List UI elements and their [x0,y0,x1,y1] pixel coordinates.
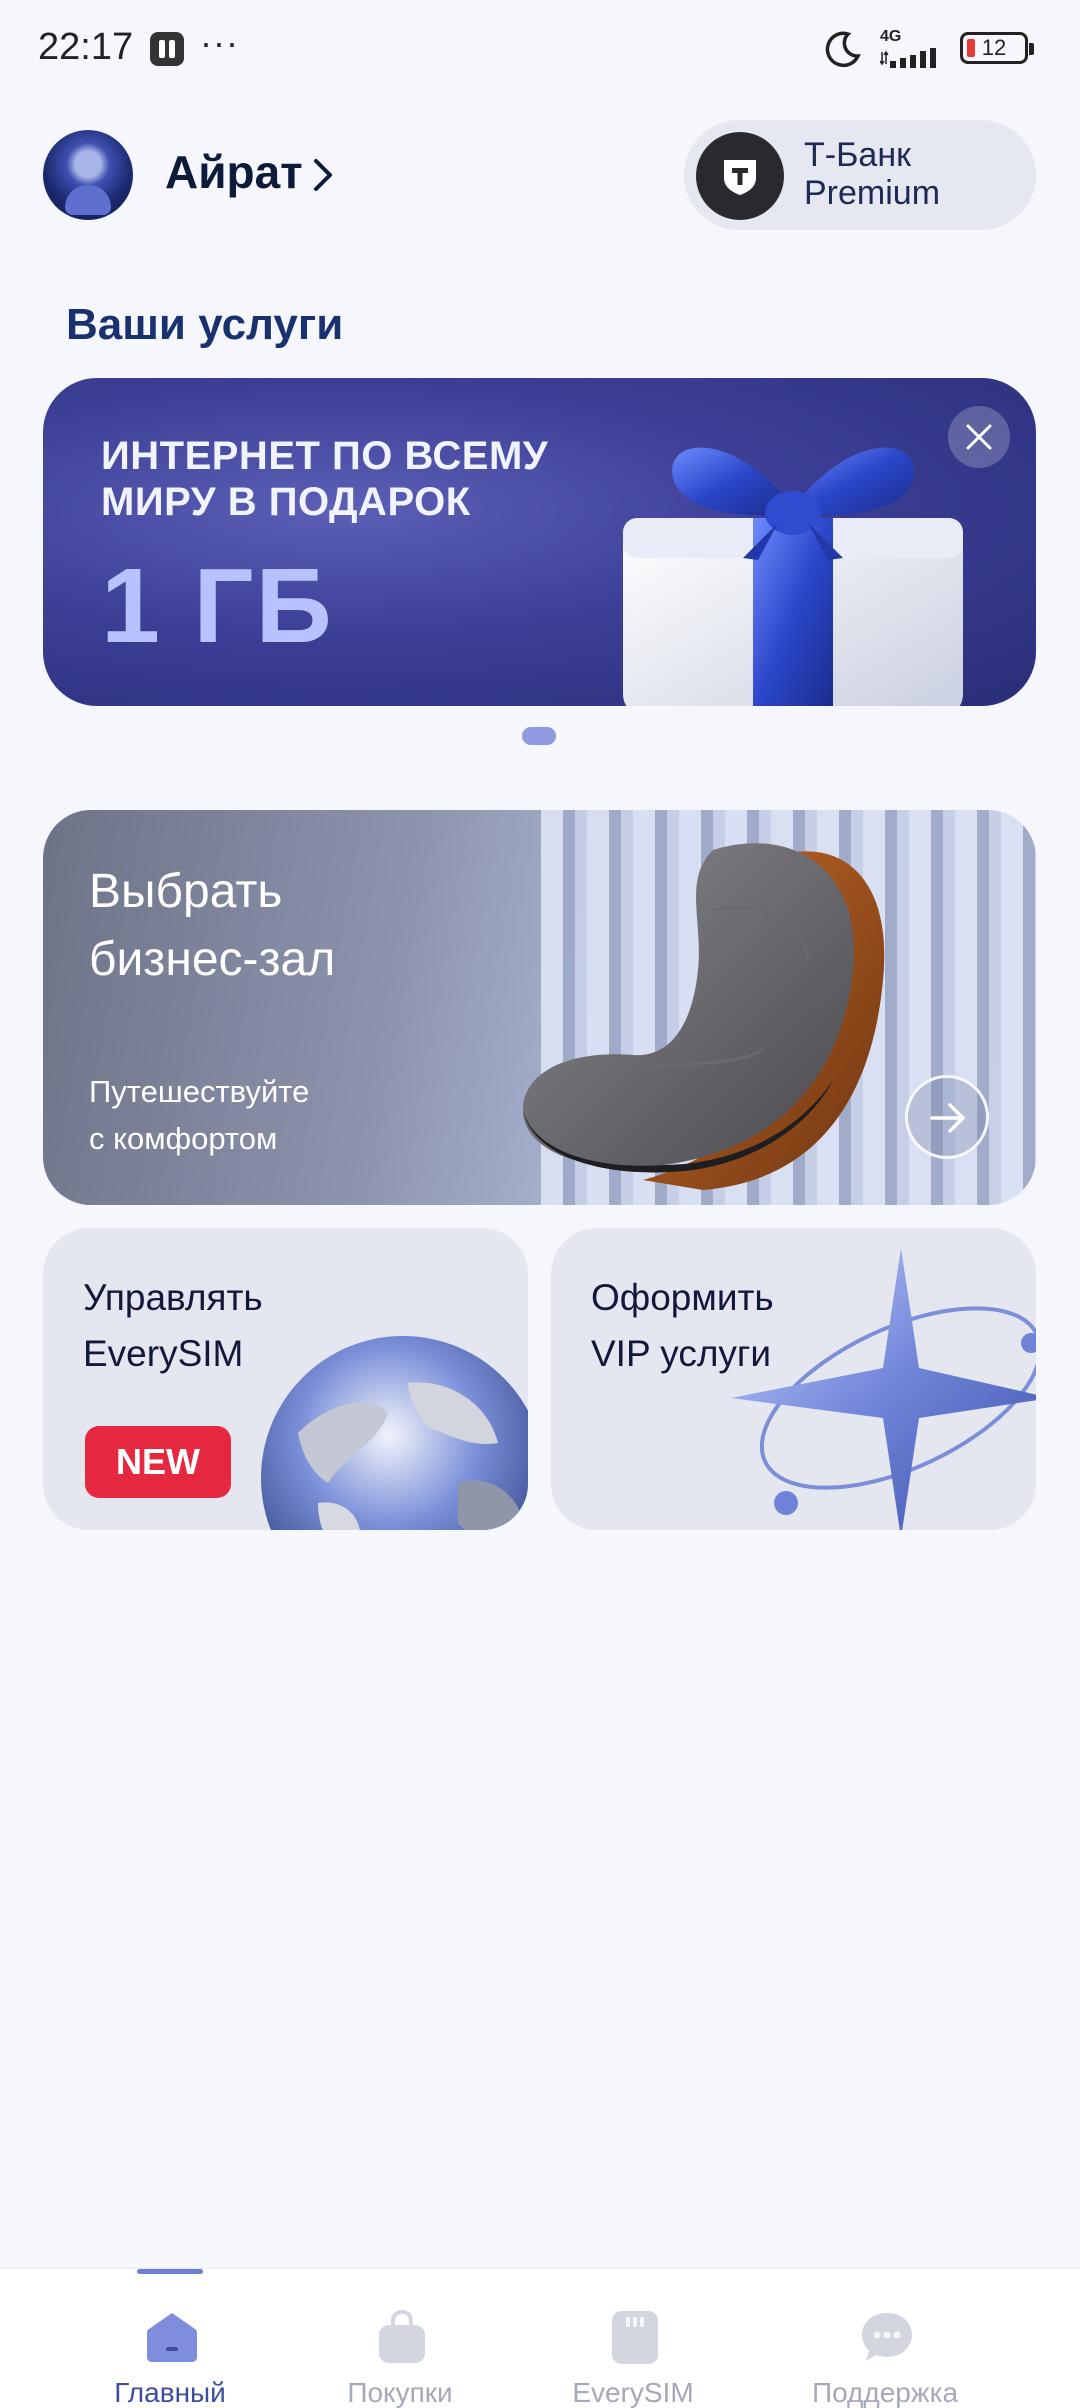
battery-icon: 12 [960,32,1034,64]
everysim-card[interactable]: Управлять EverySIM NEW [43,1228,528,1530]
promo-value: 1 ГБ [101,547,334,665]
vip-services-card[interactable]: Оформить VIP услуги [551,1228,1036,1530]
nav-tab-support[interactable]: Поддержка [775,2269,995,2408]
lounge-title: Выбрать бизнес-зал [89,865,336,986]
tbank-logo-icon [696,132,784,220]
profile-name[interactable]: Айрат [165,145,303,199]
do-not-disturb-moon-icon [825,31,861,68]
premium-label-line1: Т-Банк [804,136,911,174]
network-type-label: 4G [880,28,902,45]
bottom-navigation: Главный Покупки EverySIM Поддержка [0,2268,1080,2408]
section-title: Ваши услуги [66,300,344,349]
premium-label: Т-Банк Premium [804,136,940,212]
chat-bubble-icon [862,2313,912,2361]
close-promo-button[interactable] [948,406,1010,468]
business-lounge-card[interactable]: Выбрать бизнес-зал Путешествуйте с комфо… [43,810,1036,1205]
notification-app-icon [150,32,184,66]
lounge-chair-image [523,843,885,1190]
tbank-premium-button[interactable]: Т-Банк Premium [684,120,1036,230]
new-badge: NEW [85,1426,231,1498]
nav-label-everysim: EverySIM [572,2377,694,2408]
lounge-open-button[interactable] [905,1075,989,1159]
nav-tab-everysim[interactable]: EverySIM [523,2269,743,2408]
lounge-subtitle: Путешествуйте с комфортом [89,1074,310,1156]
chevron-right-icon[interactable] [308,157,338,193]
nav-label-purchases: Покупки [347,2377,453,2408]
gift-box-icon [623,447,963,706]
everysim-card-title: Управлять EverySIM [83,1277,263,1374]
nav-tab-purchases[interactable]: Покупки [290,2269,510,2408]
home-icon [147,2313,197,2362]
nav-label-support: Поддержка [811,2377,959,2408]
nav-label-home: Главный [114,2377,226,2408]
arrow-right-icon [930,1103,965,1133]
nav-tab-home[interactable]: Главный [60,2269,280,2408]
status-time: 22:17 [38,26,134,68]
premium-label-line2: Premium [804,174,941,212]
close-icon [966,424,992,450]
avatar[interactable] [43,130,133,220]
sim-card-icon [612,2311,658,2364]
sparkle-star-icon [731,1248,1036,1530]
promo-banner[interactable]: ИНТЕРНЕТ ПО ВСЕМУ МИРУ В ПОДАРОК 1 ГБ [43,378,1036,706]
carousel-indicator [522,727,556,745]
signal-strength-icon [880,48,936,68]
globe-icon [261,1336,528,1530]
status-bar: 22:17 ··· 4G 12 [0,0,1080,100]
shopping-bag-icon [379,2309,425,2363]
promo-title: ИНТЕРНЕТ ПО ВСЕМУ МИРУ В ПОДАРОК [101,434,549,524]
more-notifications-icon: ··· [200,22,239,63]
